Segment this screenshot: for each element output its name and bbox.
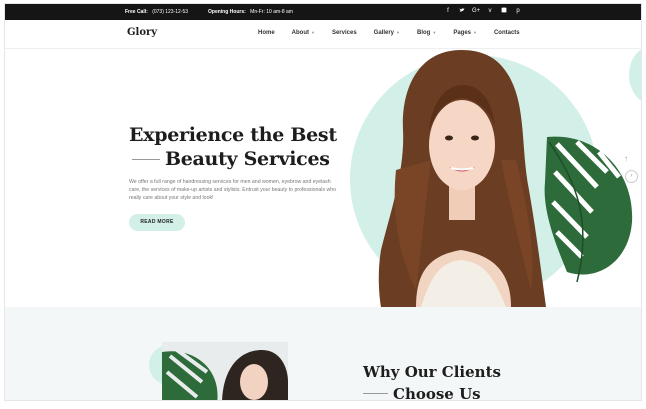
hero-title-line1: Experience the Best xyxy=(129,124,337,146)
opening-hours-label: Opening Hours: xyxy=(208,9,246,15)
pinterest-icon[interactable]: p xyxy=(514,7,522,17)
section-title-line2: Choose Us xyxy=(393,385,481,401)
title-divider xyxy=(132,159,160,160)
nav-item-pages[interactable]: Pages ▼ xyxy=(453,30,477,36)
nav-item-contacts[interactable]: Contacts xyxy=(494,30,520,36)
nav-item-about[interactable]: About ▼ xyxy=(292,30,315,36)
chevron-down-icon: ▼ xyxy=(396,30,400,35)
nav-item-label: Services xyxy=(331,30,357,36)
hero-model-image xyxy=(378,50,546,307)
free-call-info: Free Call: (073) 123-12-53 xyxy=(125,9,188,15)
vimeo-icon[interactable]: v xyxy=(486,7,494,17)
nav-item-label: Contacts xyxy=(493,30,520,36)
opening-hours-info: Opening Hours: Mn-Fr: 10 am-8 am xyxy=(208,9,293,15)
free-call-label: Free Call: xyxy=(125,9,148,15)
hero-accent-circle-corner xyxy=(629,50,641,105)
hero-section: Experience the Best Beauty Services We o… xyxy=(5,50,641,307)
chevron-down-icon: ▼ xyxy=(473,30,477,35)
chevron-right-icon[interactable]: › xyxy=(625,170,638,183)
spa-woman-image xyxy=(162,342,288,400)
nav-item-label: About xyxy=(291,30,309,36)
nav-item-services[interactable]: Services xyxy=(332,30,357,36)
facebook-icon[interactable]: f xyxy=(444,7,452,17)
nav-item-home[interactable]: Home xyxy=(258,30,275,36)
section-title-line1: Why Our Clients xyxy=(363,363,501,381)
arrow-up-icon[interactable]: ↑ xyxy=(624,154,628,163)
site-logo[interactable]: Glory xyxy=(121,26,157,39)
free-call-number[interactable]: (073) 123-12-53 xyxy=(152,9,188,15)
twitter-icon[interactable] xyxy=(458,7,466,17)
title-divider xyxy=(363,393,388,394)
monstera-leaf-image xyxy=(544,136,633,283)
read-more-button[interactable]: READ MORE xyxy=(129,214,185,231)
section-title: Why Our Clients Choose Us xyxy=(363,361,501,401)
nav-menu: Home About ▼ Services Gallery ▼ Blog ▼ Page… xyxy=(258,30,537,36)
tumblr-icon[interactable] xyxy=(500,7,508,17)
nav-item-label: Pages xyxy=(453,30,471,36)
nav-item-label: Home xyxy=(258,30,275,36)
chevron-down-icon: ▼ xyxy=(311,30,315,35)
social-links: f G+ v p xyxy=(444,7,522,17)
main-navigation: Glory Home About ▼ Services Gallery ▼ Blog… xyxy=(5,20,641,49)
opening-hours-value: Mn-Fr: 10 am-8 am xyxy=(250,9,293,15)
nav-item-blog[interactable]: Blog ▼ xyxy=(417,30,436,36)
hero-title: Experience the Best Beauty Services xyxy=(129,123,337,171)
google-plus-icon[interactable]: G+ xyxy=(472,7,480,17)
hero-title-line2: Beauty Services xyxy=(165,148,330,170)
chevron-down-icon: ▼ xyxy=(432,30,437,35)
nav-item-gallery[interactable]: Gallery ▼ xyxy=(374,30,400,36)
hero-description: We offer a full range of hairdressing se… xyxy=(129,179,337,201)
nav-item-label: Blog xyxy=(417,30,431,36)
page-frame: Free Call: (073) 123-12-53 Opening Hours… xyxy=(4,3,642,401)
nav-item-label: Gallery xyxy=(373,30,395,36)
why-choose-us-section: Why Our Clients Choose Us xyxy=(5,307,641,401)
top-bar: Free Call: (073) 123-12-53 Opening Hours… xyxy=(5,4,641,20)
